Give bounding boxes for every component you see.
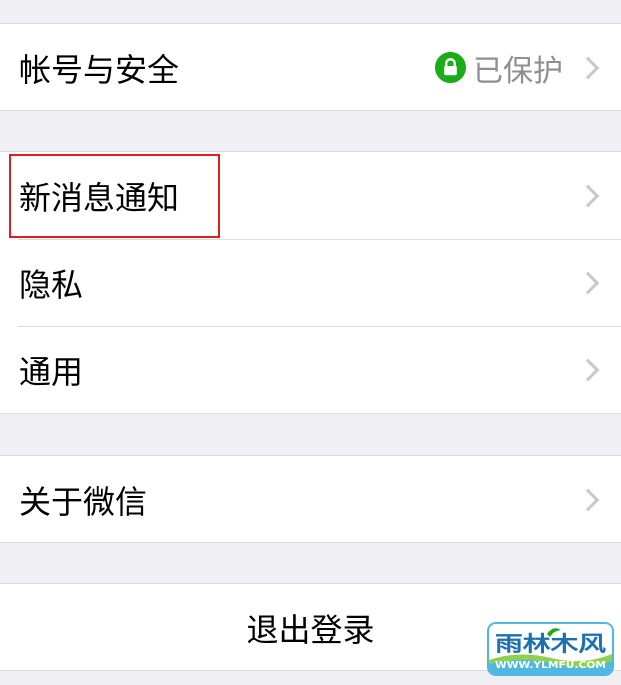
about-label: 关于微信 [19, 482, 148, 521]
lock-icon [435, 52, 466, 83]
privacy-label: 隐私 [19, 265, 84, 304]
chevron-right-icon [576, 488, 600, 511]
chevron-right-icon [576, 358, 600, 381]
chevron-right-icon [576, 271, 600, 294]
highlight-box [9, 154, 220, 238]
general-label: 通用 [19, 352, 84, 391]
watermark-graphic: 雨林木风 WWW.YLMFU.COM [489, 628, 612, 674]
svg-text:WWW.YLMFU.COM: WWW.YLMFU.COM [495, 660, 606, 671]
svg-text:雨林木风: 雨林木风 [495, 632, 606, 656]
about-row[interactable]: 关于微信 [0, 456, 621, 543]
account-security-row[interactable]: 帐号与安全 已保护 [0, 24, 621, 111]
settings-group-account: 帐号与安全 已保护 [0, 23, 621, 111]
chevron-right-icon [576, 56, 600, 79]
account-security-label: 帐号与安全 [19, 50, 180, 89]
general-row[interactable]: 通用 [0, 326, 621, 413]
settings-group-about: 关于微信 [0, 455, 621, 543]
account-status-text: 已保护 [473, 53, 563, 89]
privacy-row[interactable]: 隐私 [0, 239, 621, 326]
chevron-right-icon [576, 184, 600, 207]
watermark-logo: 雨林木风 WWW.YLMFU.COM [487, 622, 614, 676]
account-status: 已保护 [435, 24, 563, 111]
